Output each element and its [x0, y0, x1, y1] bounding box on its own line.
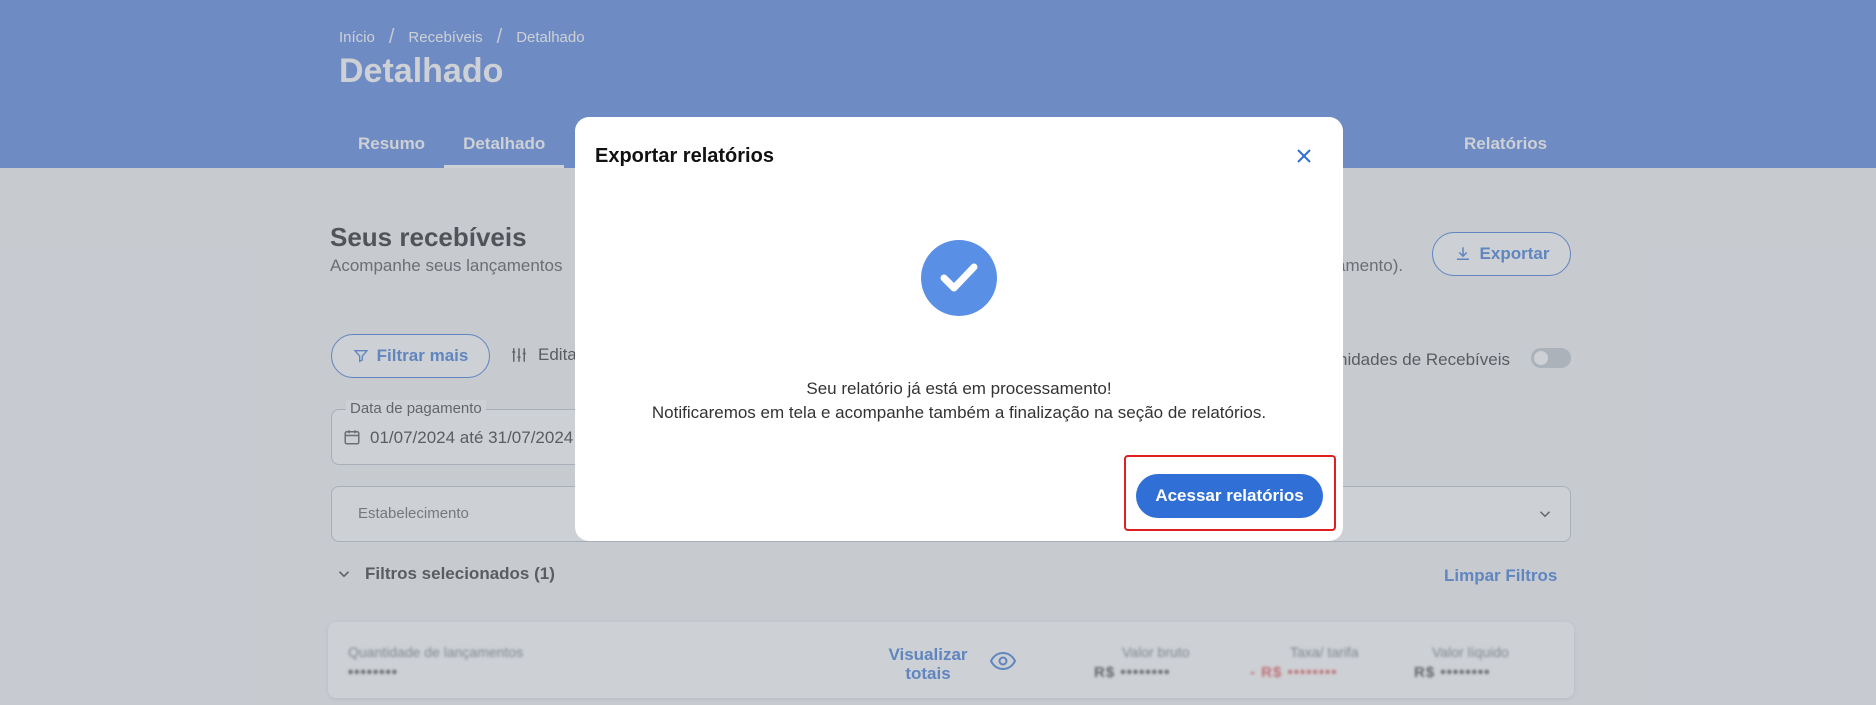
close-icon[interactable] — [1293, 145, 1315, 167]
access-reports-button[interactable]: Acessar relatórios — [1136, 474, 1323, 518]
modal-message-line2: Notificaremos em tela e acompanhe também… — [651, 403, 1267, 422]
check-icon — [940, 263, 978, 292]
modal-message-line1: Seu relatório já está em processamento! — [806, 379, 1112, 398]
success-check — [921, 240, 997, 316]
export-reports-modal: Exportar relatórios Seu relatório já est… — [575, 117, 1343, 541]
modal-title: Exportar relatórios — [595, 145, 774, 167]
